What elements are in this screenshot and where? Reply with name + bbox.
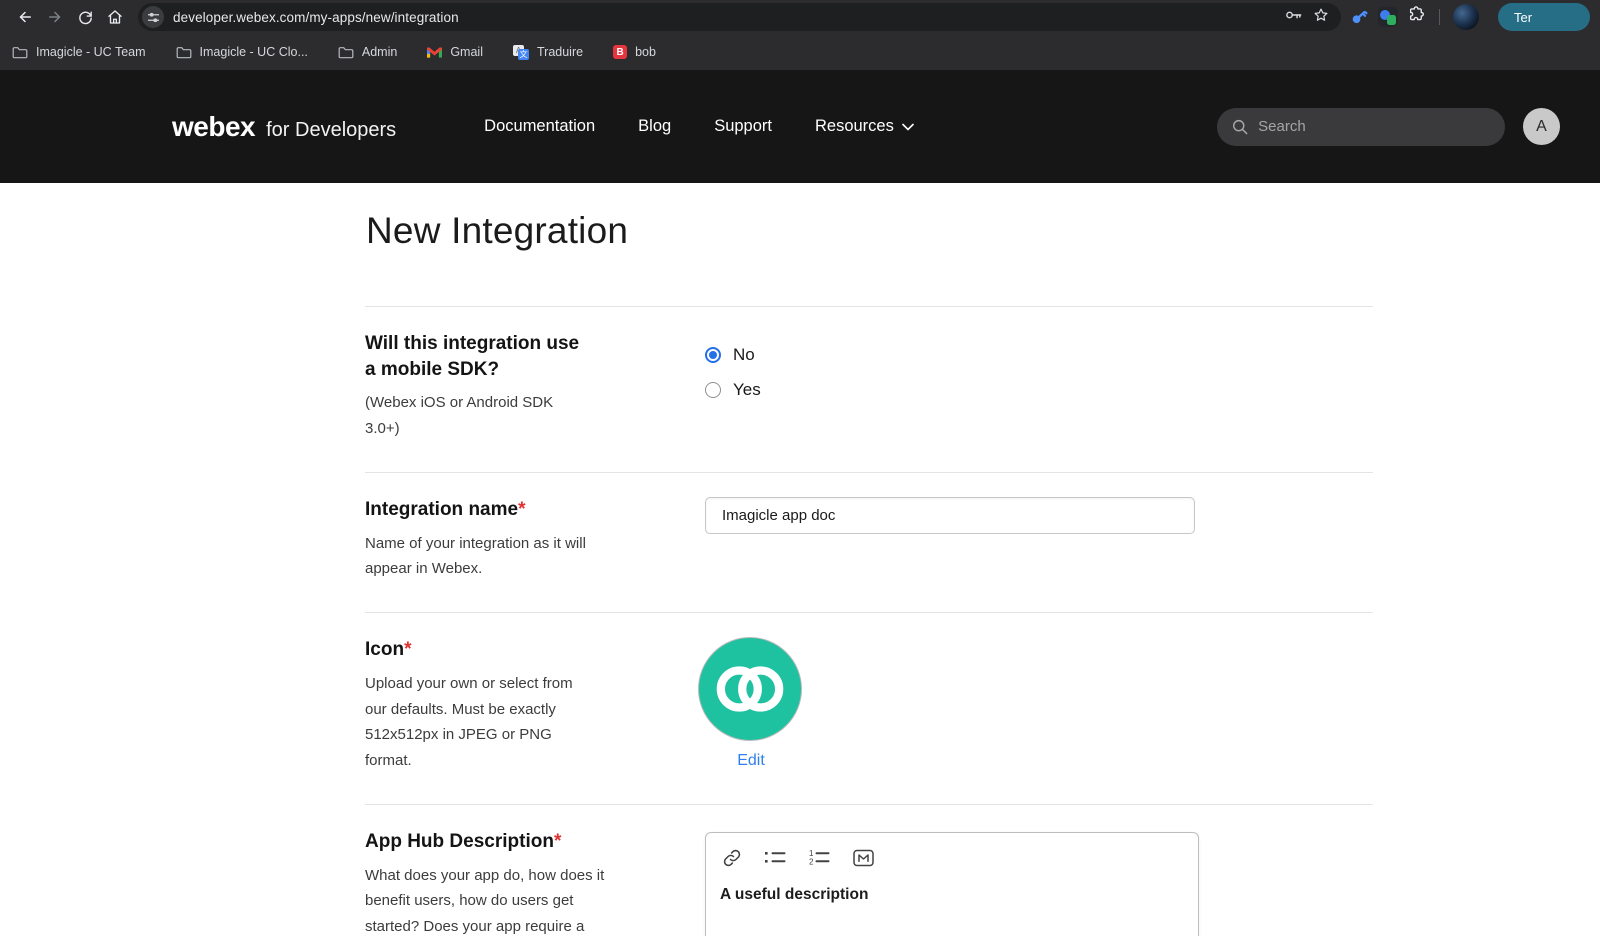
radio-option-no[interactable]: No — [705, 345, 1373, 365]
bookmark-label: bob — [635, 45, 656, 59]
bullet-list-button[interactable] — [765, 849, 786, 866]
home-icon — [106, 8, 124, 26]
header-search[interactable] — [1217, 108, 1505, 146]
app-icon-preview[interactable] — [698, 637, 802, 741]
markdown-button[interactable] — [853, 849, 874, 867]
site-info-button[interactable] — [142, 6, 164, 28]
bookmark-label: Traduire — [537, 45, 583, 59]
nav-support[interactable]: Support — [714, 117, 772, 136]
description-subtitle: What does your app do, how does it benef… — [365, 863, 607, 936]
back-arrow-icon — [16, 8, 34, 26]
svg-text:2: 2 — [809, 858, 814, 867]
section-integration-name: Integration name* Name of your integrati… — [365, 472, 1373, 612]
required-asterisk: * — [554, 831, 561, 852]
forward-arrow-icon — [46, 8, 64, 26]
numbered-list-button[interactable]: 12 — [809, 849, 830, 866]
section-mobile-sdk: Will this integration use a mobile SDK? … — [365, 306, 1373, 472]
icon-subtitle: Upload your own or select from our defau… — [365, 671, 589, 774]
radio-option-yes[interactable]: Yes — [705, 380, 1373, 400]
site-settings-icon — [147, 12, 160, 23]
required-asterisk: * — [518, 499, 525, 520]
bookmark-label: Imagicle - UC Team — [36, 45, 146, 59]
bookmark-label: Imagicle - UC Clo... — [200, 45, 308, 59]
bookmark-traduire[interactable]: A 文 Traduire — [513, 45, 583, 60]
radio-no-input[interactable] — [705, 347, 721, 363]
nav-blog[interactable]: Blog — [638, 117, 671, 136]
section-app-hub-description: App Hub Description* What does your app … — [365, 804, 1373, 936]
site-header: webex for Developers Documentation Blog … — [0, 70, 1600, 183]
folder-icon — [12, 46, 28, 59]
sdk-question-title: Will this integration use a mobile SDK? — [365, 331, 593, 382]
search-icon — [1232, 118, 1248, 136]
logo-text: webex — [172, 111, 255, 143]
browser-profile-pill[interactable]: Ter — [1498, 3, 1590, 31]
browser-profile-avatar[interactable] — [1453, 4, 1479, 30]
forward-button[interactable] — [40, 3, 70, 31]
gmail-icon — [427, 46, 442, 58]
radio-yes-label: Yes — [733, 380, 761, 400]
bookmarks-bar: Imagicle - UC Team Imagicle - UC Clo... … — [0, 34, 1600, 70]
nav-resources-label: Resources — [815, 117, 894, 136]
search-input[interactable] — [1258, 118, 1490, 135]
main-nav: Documentation Blog Support Resources — [484, 117, 914, 136]
password-manager-icon[interactable] — [1284, 8, 1303, 27]
folder-icon — [338, 46, 354, 59]
nav-documentation[interactable]: Documentation — [484, 117, 595, 136]
chevron-down-icon — [902, 123, 914, 131]
reload-button[interactable] — [70, 3, 100, 31]
toolbar-separator — [1439, 9, 1440, 25]
url-text[interactable]: developer.webex.com/my-apps/new/integrat… — [173, 10, 1284, 25]
new-integration-page: New Integration Will this integration us… — [365, 210, 1373, 936]
logo-suffix-text: for Developers — [266, 119, 396, 142]
webex-rings-icon — [715, 662, 785, 716]
reload-icon — [77, 9, 94, 26]
description-text[interactable]: A useful description — [720, 886, 1184, 904]
bookmark-star-icon[interactable] — [1313, 7, 1329, 28]
bookmark-folder-imagicle-uc-team[interactable]: Imagicle - UC Team — [12, 45, 146, 59]
bookmark-label: Gmail — [450, 45, 483, 59]
nav-resources[interactable]: Resources — [815, 117, 914, 136]
bookmark-folder-admin[interactable]: Admin — [338, 45, 397, 59]
description-title: App Hub Description* — [365, 829, 705, 855]
required-asterisk: * — [404, 639, 411, 660]
sdk-radio-group: No Yes — [705, 345, 1373, 442]
url-bar[interactable]: developer.webex.com/my-apps/new/integrat… — [138, 3, 1341, 31]
webex-logo[interactable]: webex for Developers — [172, 111, 396, 143]
integration-name-subtitle: Name of your integration as it will appe… — [365, 531, 617, 583]
radio-no-label: No — [733, 345, 755, 365]
section-icon: Icon* Upload your own or select from our… — [365, 612, 1373, 804]
browser-toolbar: developer.webex.com/my-apps/new/integrat… — [0, 0, 1600, 34]
radio-yes-input[interactable] — [705, 382, 721, 398]
extensions-puzzle-icon[interactable] — [1407, 5, 1426, 29]
page-title: New Integration — [366, 210, 1373, 252]
editor-toolbar: 12 — [720, 848, 1184, 868]
integration-name-input[interactable] — [705, 497, 1195, 534]
insert-link-button[interactable] — [722, 848, 742, 868]
description-editor[interactable]: 12 A useful description — [705, 832, 1199, 936]
folder-icon — [176, 46, 192, 59]
extension-app-icon[interactable] — [1378, 7, 1398, 27]
bookmark-folder-imagicle-uc-cloud[interactable]: Imagicle - UC Clo... — [176, 45, 308, 59]
bookmark-label: Admin — [362, 45, 397, 59]
integration-name-title: Integration name* — [365, 497, 705, 523]
back-button[interactable] — [10, 3, 40, 31]
home-button[interactable] — [100, 3, 130, 31]
bookmark-gmail[interactable]: Gmail — [427, 45, 483, 59]
extension-key-icon[interactable] — [1345, 3, 1373, 31]
sdk-question-subtitle: (Webex iOS or Android SDK 3.0+) — [365, 390, 570, 442]
bookmark-bob[interactable]: B bob — [613, 45, 656, 59]
browser-chrome: developer.webex.com/my-apps/new/integrat… — [0, 0, 1600, 70]
account-avatar[interactable]: A — [1523, 108, 1560, 145]
translate-icon: A 文 — [513, 45, 529, 60]
icon-title: Icon* — [365, 637, 705, 663]
edit-icon-link[interactable]: Edit — [737, 752, 765, 770]
letter-b-icon: B — [613, 45, 627, 59]
